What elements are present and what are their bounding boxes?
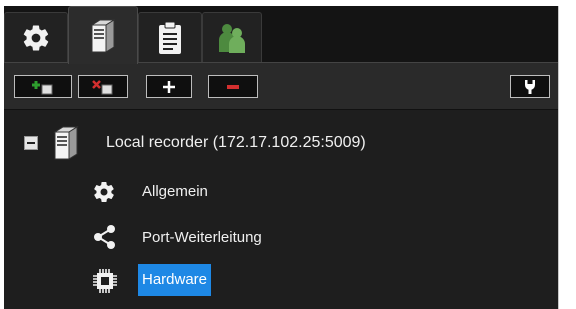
add-recorder-icon (32, 80, 53, 94)
clipboard-icon (159, 21, 181, 54)
chip-icon (93, 269, 117, 293)
add-button[interactable] (146, 75, 192, 98)
tab-recorder[interactable] (68, 6, 138, 64)
tab-clipboard[interactable] (138, 12, 202, 62)
remove-recorder-button[interactable] (78, 75, 128, 98)
wrench-icon (525, 79, 535, 94)
right-edge-panel (558, 6, 576, 309)
recorder-panel: Local recorder (172.17.102.25:5009) Allg… (4, 6, 558, 309)
tree-item-hardware[interactable]: Hardware (138, 264, 212, 296)
tree-item-allgemein[interactable]: Allgemein (142, 182, 208, 202)
tools-button[interactable] (510, 75, 550, 98)
server-icon (90, 18, 116, 53)
gear-icon (23, 25, 49, 51)
tab-settings[interactable] (4, 12, 68, 62)
tree-root-label[interactable]: Local recorder (172.17.102.25:5009) (106, 133, 366, 153)
share-icon (94, 225, 115, 249)
remove-button[interactable] (208, 75, 258, 98)
plus-icon (163, 80, 175, 93)
recorder-tree: Local recorder (172.17.102.25:5009) Allg… (4, 110, 558, 309)
tree-item-port-weiterleitung[interactable]: Port-Weiterleitung (142, 228, 262, 248)
gear-icon (94, 182, 114, 203)
collapse-toggle[interactable] (24, 136, 38, 150)
add-recorder-button[interactable] (14, 75, 72, 98)
server-icon (53, 126, 79, 160)
remove-recorder-icon (92, 79, 113, 94)
toolbar (4, 62, 558, 110)
tab-bar (4, 6, 558, 64)
users-icon (219, 23, 245, 53)
minus-icon (227, 84, 239, 89)
tab-users[interactable] (202, 12, 262, 62)
